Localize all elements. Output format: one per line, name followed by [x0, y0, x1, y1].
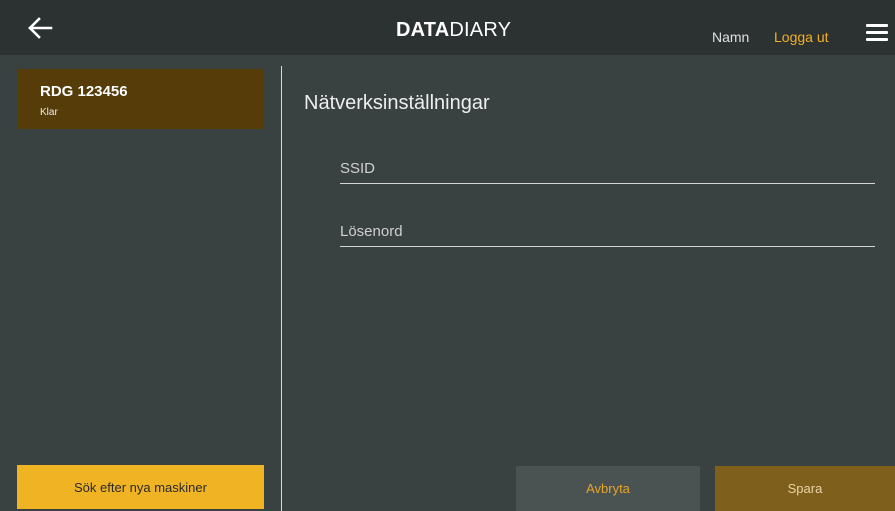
logo-light-text: DIARY: [449, 19, 512, 41]
password-input[interactable]: [340, 216, 875, 246]
logout-link[interactable]: Logga ut: [774, 29, 829, 45]
user-name: Namn: [712, 29, 750, 45]
ssid-input[interactable]: [340, 153, 875, 183]
hamburger-menu-icon[interactable]: [866, 24, 888, 42]
top-bar: DATADIARY Namn Logga ut: [0, 0, 895, 55]
search-machines-button[interactable]: Sök efter nya maskiner: [17, 465, 264, 509]
cancel-button[interactable]: Avbryta: [516, 466, 700, 511]
ssid-field: [340, 153, 875, 184]
app-logo: DATADIARY: [396, 18, 511, 42]
machine-status: Klar: [40, 107, 58, 118]
save-button[interactable]: Spara: [715, 466, 895, 511]
password-field: [340, 216, 875, 247]
page-title: Nätverksinställningar: [304, 92, 490, 114]
sidebar-divider: [281, 66, 282, 511]
sidebar: RDG 123456 Klar Sök efter nya maskiner: [0, 55, 281, 511]
machine-list-item[interactable]: RDG 123456 Klar: [18, 69, 264, 129]
back-button[interactable]: [22, 12, 58, 44]
logo-bold-text: DATA: [396, 19, 450, 41]
machine-id: RDG 123456: [40, 83, 128, 100]
arrow-left-icon: [28, 17, 53, 39]
